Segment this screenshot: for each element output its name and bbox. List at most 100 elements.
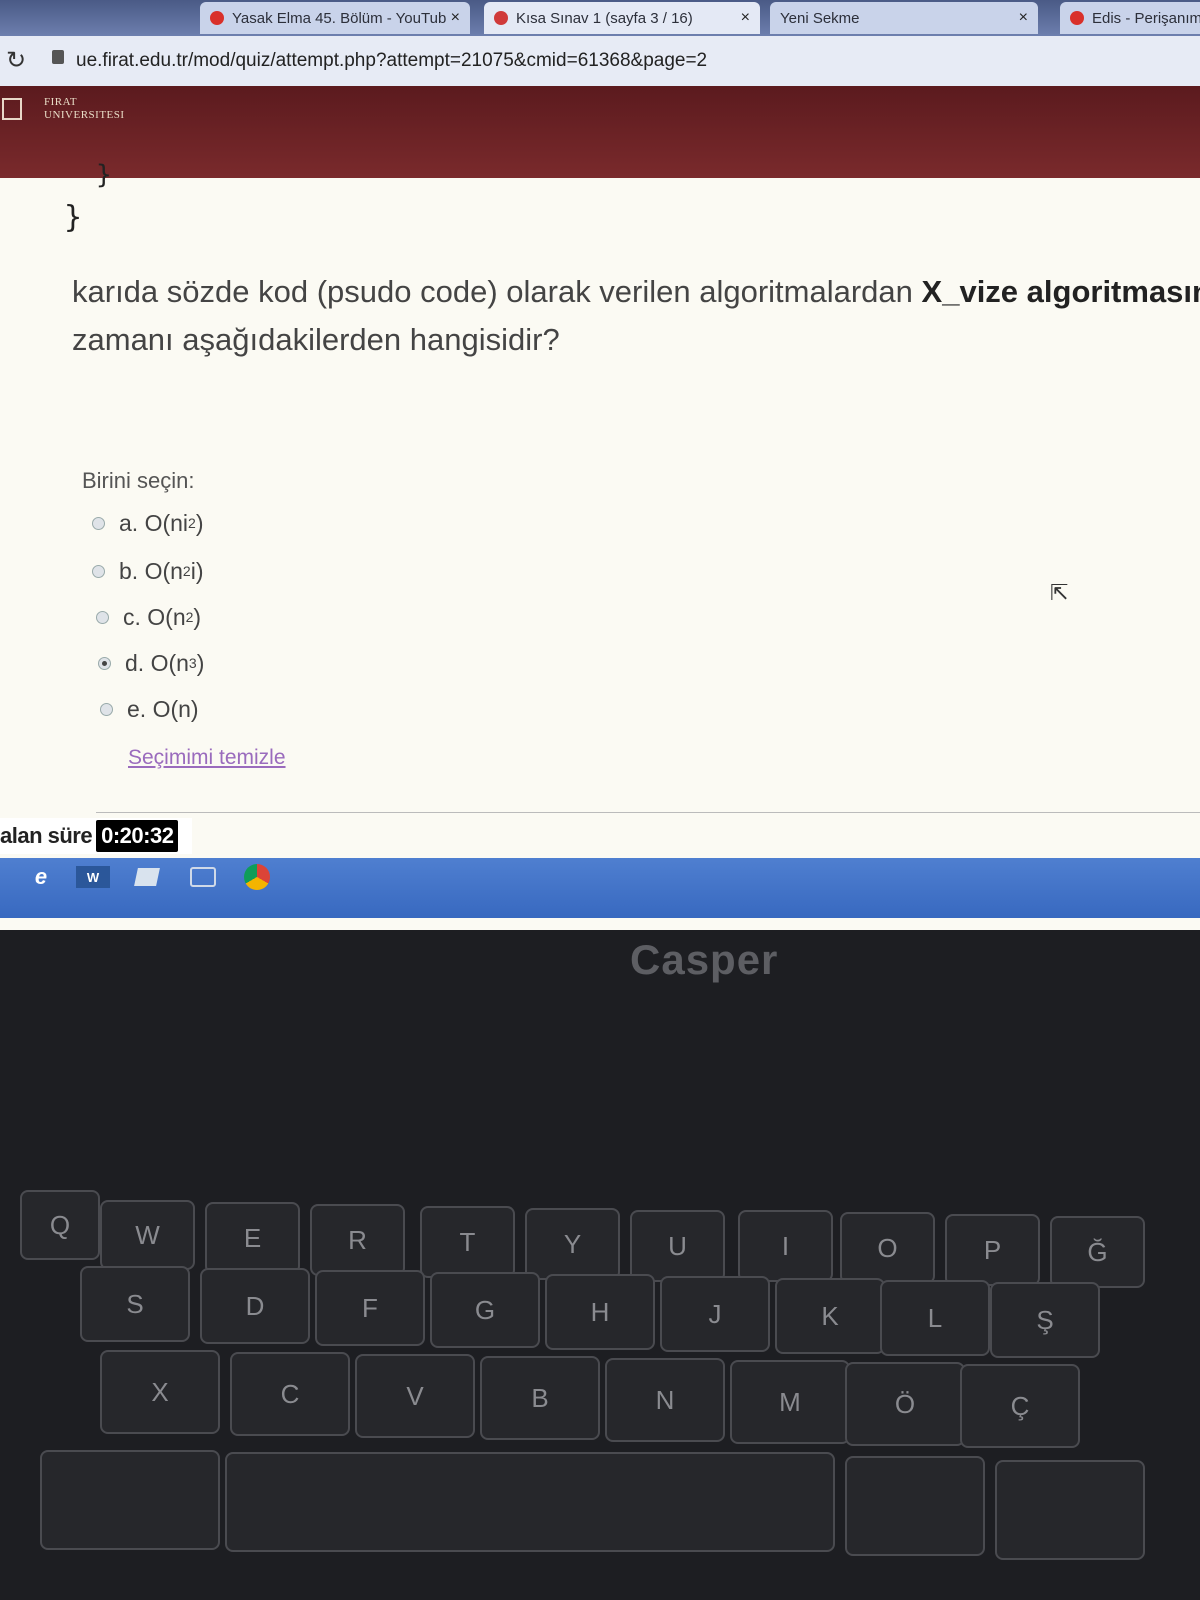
question-text: karıda sözde kod (psudo code) olarak ver…: [72, 268, 1200, 364]
tab-label: Kısa Sınav 1 (sayfa 3 / 16): [516, 9, 693, 27]
close-tab-icon[interactable]: ×: [741, 9, 750, 27]
keyboard-key: [845, 1456, 985, 1556]
answer-option-b[interactable]: b. O(n 2 i): [92, 556, 204, 586]
keyboard-key: C: [230, 1352, 350, 1436]
keyboard-spacebar: [225, 1452, 835, 1552]
option-base: O(n: [147, 603, 186, 630]
radio-button[interactable]: [100, 702, 113, 716]
keyboard-key: O: [840, 1212, 935, 1284]
option-exponent: 2: [185, 609, 194, 625]
notes-app-icon[interactable]: [130, 862, 164, 892]
tab-new[interactable]: Yeni Sekme ×: [770, 2, 1038, 34]
tab-quiz[interactable]: Kısa Sınav 1 (sayfa 3 / 16) ×: [484, 2, 760, 34]
browser-tab-bar: Yasak Elma 45. Bölüm - YouTub × Kısa Sın…: [0, 0, 1200, 36]
question-bold-term: X_vize algoritmasın: [921, 274, 1200, 309]
internet-explorer-icon[interactable]: e: [24, 862, 58, 892]
reload-icon[interactable]: ↻: [6, 46, 26, 75]
keyboard-key: P: [945, 1214, 1040, 1286]
keyboard-key: V: [355, 1354, 475, 1438]
answer-option-c[interactable]: c. O(n 2): [96, 602, 201, 632]
option-letter: a.: [119, 509, 139, 536]
address-bar: ↻ ue.firat.edu.tr/mod/quiz/attempt.php?a…: [0, 36, 1200, 87]
option-letter: e.: [127, 695, 147, 722]
keyboard-key: [995, 1460, 1145, 1560]
radio-button[interactable]: [96, 610, 109, 624]
option-letter: d.: [125, 649, 145, 676]
tab-label: Edis - Perişanım: [1092, 9, 1200, 27]
keyboard-key: F: [315, 1270, 425, 1346]
chrome-icon[interactable]: [240, 862, 274, 892]
university-logo-text[interactable]: FIRAT UNIVERSITESI: [44, 96, 125, 122]
answer-option-d[interactable]: d. O(n 3): [98, 648, 204, 678]
keyboard-key: Q: [20, 1190, 100, 1260]
keyboard-key: G: [430, 1272, 540, 1348]
option-tail: ): [195, 509, 204, 536]
keyboard-key: J: [660, 1276, 770, 1352]
close-tab-icon[interactable]: ×: [451, 9, 460, 27]
option-letter: c.: [123, 603, 141, 630]
keyboard-key: H: [545, 1274, 655, 1350]
logo-line-1: FIRAT: [44, 96, 78, 108]
answer-option-e[interactable]: e. O(n): [100, 694, 199, 724]
option-letter: b.: [119, 557, 139, 584]
option-tail: ): [196, 649, 205, 676]
tab-music[interactable]: Edis - Perişanım: [1060, 2, 1200, 34]
close-tab-icon[interactable]: ×: [1019, 9, 1028, 27]
site-favicon-icon: [494, 11, 508, 25]
keyboard-key: Ö: [845, 1362, 965, 1446]
keyboard-key: E: [205, 1202, 300, 1274]
tab-label: Yasak Elma 45. Bölüm - YouTub: [232, 9, 447, 27]
radio-button[interactable]: [92, 516, 105, 530]
windows-taskbar: e W: [0, 858, 1200, 918]
answer-option-a[interactable]: a. O(ni 2): [92, 508, 204, 538]
option-base: O(n): [152, 695, 199, 722]
tab-label: Yeni Sekme: [780, 9, 860, 27]
clear-selection-link[interactable]: Seçimimi temizle: [128, 746, 286, 770]
word-icon[interactable]: W: [76, 866, 110, 888]
code-fragment: }: [64, 200, 83, 235]
keyboard-key: M: [730, 1360, 850, 1444]
question-line-1: karıda sözde kod (psudo code) olarak ver…: [72, 274, 922, 309]
laptop-keyboard: Q W E R T Y U I O P Ğ S D F G H J K L Ş …: [0, 1090, 1200, 1600]
keyboard-key: D: [200, 1268, 310, 1344]
quiz-timer: alan süre 0:20:32: [0, 818, 193, 854]
keyboard-key: R: [310, 1204, 405, 1276]
keyboard-key: W: [100, 1200, 195, 1270]
site-header: FIRAT UNIVERSITESI: [0, 86, 1200, 178]
keyboard-key: Ğ: [1050, 1216, 1145, 1288]
youtube-icon: [1070, 11, 1084, 25]
youtube-icon: [210, 11, 224, 25]
timer-value: 0:20:32: [96, 820, 179, 852]
radio-button-selected[interactable]: [98, 656, 111, 670]
keyboard-key: [40, 1450, 220, 1550]
question-line-2: zamanı aşağıdakilerden hangisidir?: [72, 322, 560, 357]
lock-icon: [52, 50, 64, 64]
timer-label: alan süre: [0, 823, 93, 848]
keyboard-key: S: [80, 1266, 190, 1342]
messaging-app-icon[interactable]: [186, 862, 220, 892]
keyboard-key: T: [420, 1206, 515, 1278]
keyboard-key: N: [605, 1358, 725, 1442]
option-tail: i): [190, 557, 204, 584]
mouse-cursor-icon: ⇱: [1050, 580, 1069, 605]
answer-prompt: Birini seçin:: [82, 468, 195, 493]
radio-button[interactable]: [92, 564, 105, 578]
logo-line-2: UNIVERSITESI: [44, 109, 125, 121]
divider: [96, 812, 1200, 813]
keyboard-key: X: [100, 1350, 220, 1434]
keyboard-key: Ş: [990, 1282, 1100, 1358]
university-logo-icon[interactable]: [2, 98, 22, 120]
url-field[interactable]: ue.firat.edu.tr/mod/quiz/attempt.php?att…: [76, 50, 707, 72]
option-base: O(n: [150, 649, 189, 676]
keyboard-key: B: [480, 1356, 600, 1440]
keyboard-key: K: [775, 1278, 885, 1354]
option-base: O(ni: [144, 509, 189, 536]
option-exponent: 2: [182, 563, 191, 579]
tab-youtube[interactable]: Yasak Elma 45. Bölüm - YouTub ×: [200, 2, 470, 34]
keyboard-key: L: [880, 1280, 990, 1356]
keyboard-key: Ç: [960, 1364, 1080, 1448]
keyboard-key: I: [738, 1210, 833, 1282]
keyboard-key: Y: [525, 1208, 620, 1280]
option-base: O(n: [144, 557, 183, 584]
option-exponent: 3: [188, 655, 197, 671]
